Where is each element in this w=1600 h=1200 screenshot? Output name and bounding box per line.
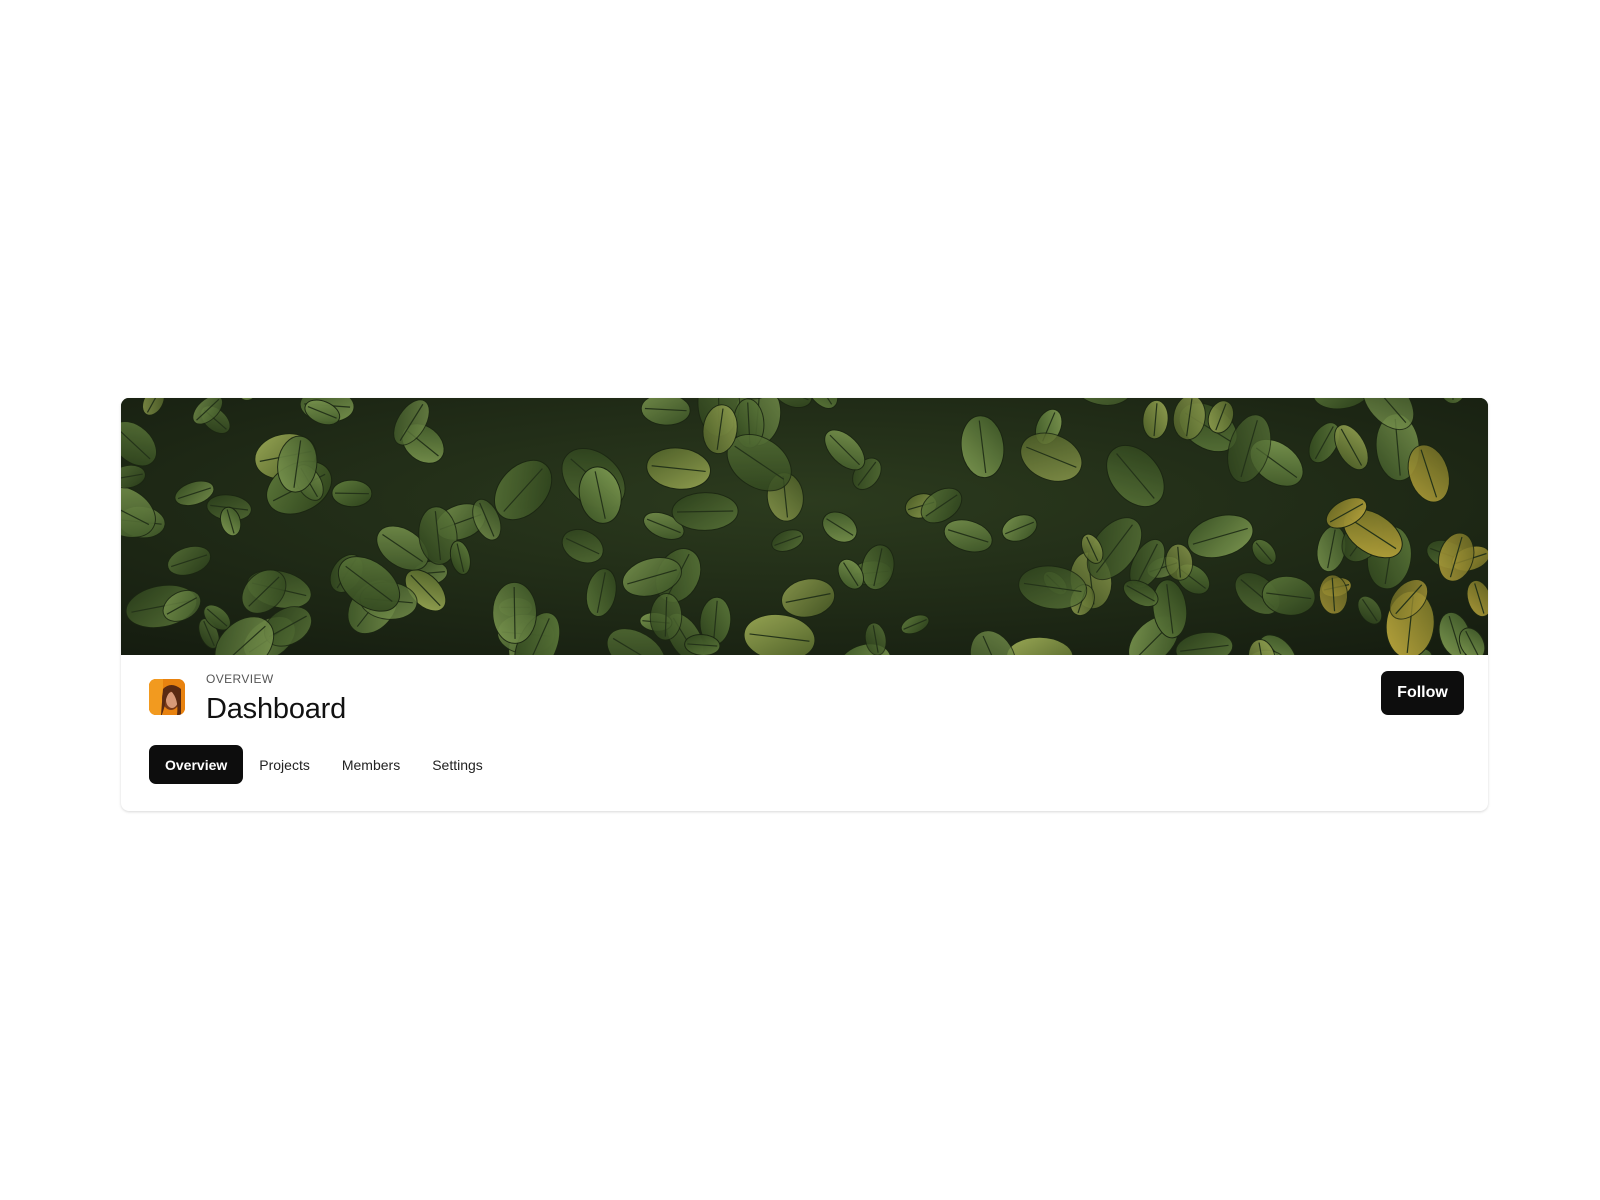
- profile-header: OVERVIEW Dashboard Follow Overview Proje…: [121, 655, 1488, 811]
- tab-members[interactable]: Members: [326, 745, 416, 784]
- tab-projects[interactable]: Projects: [243, 745, 326, 784]
- avatar: [149, 679, 185, 715]
- follow-button[interactable]: Follow: [1381, 671, 1464, 715]
- tab-bar: Overview Projects Members Settings: [149, 745, 499, 784]
- tab-settings[interactable]: Settings: [416, 745, 499, 784]
- page-eyebrow: OVERVIEW: [206, 672, 274, 686]
- cover-image: [121, 398, 1488, 655]
- profile-card: OVERVIEW Dashboard Follow Overview Proje…: [121, 398, 1488, 811]
- title-block: OVERVIEW Dashboard: [206, 671, 346, 727]
- user-avatar-icon: [149, 679, 185, 715]
- tab-overview[interactable]: Overview: [149, 745, 244, 784]
- page-title: Dashboard: [206, 693, 347, 725]
